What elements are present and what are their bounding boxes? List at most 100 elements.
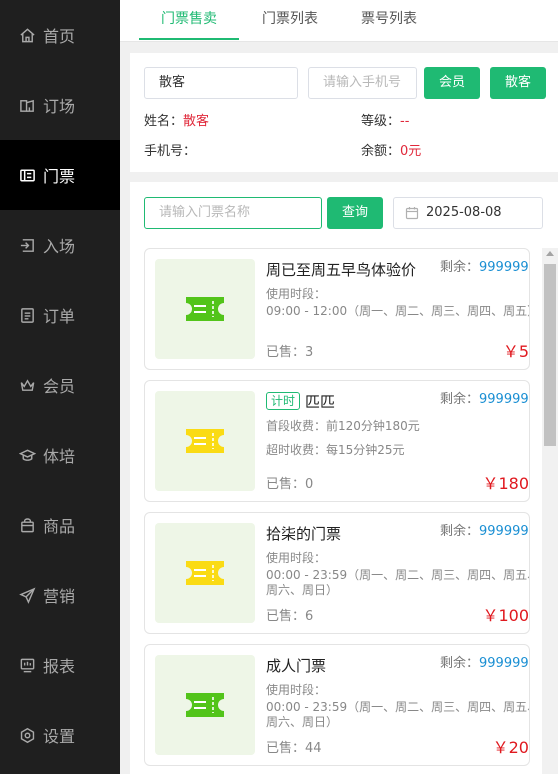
- venue-icon: [18, 96, 36, 114]
- shopping-bag-icon: [18, 516, 36, 534]
- ticket-price: ￥5: [502, 342, 529, 361]
- ticket-detail-line: 使用时段：: [266, 287, 327, 301]
- ticket-icon: [186, 561, 224, 585]
- graduation-cap-icon: [18, 446, 36, 464]
- customer-panel: 散客 请输入手机号 会员 散客 姓名：散客 等级：-- 手机号： 余额：0元: [130, 53, 558, 172]
- sold-value: 0: [305, 477, 314, 492]
- ticket-title: 成人门票: [266, 655, 326, 676]
- ticket-card[interactable]: 计时 匹匹 剩余：999999 首段收费：前120分钟180元 超时收费：每15分…: [144, 380, 530, 502]
- sold-label: 已售：: [266, 741, 306, 756]
- ticket-title: 拾柒的门票: [266, 523, 341, 544]
- sold-label: 已售：: [266, 477, 306, 492]
- ticket-sold: 已售：6: [266, 605, 313, 624]
- guest-button[interactable]: 散客: [490, 67, 546, 99]
- sidebar-item-settings[interactable]: 设置: [0, 700, 120, 770]
- customer-name-input[interactable]: 散客: [144, 67, 298, 99]
- sidebar-item-label: 门票: [43, 167, 76, 186]
- sidebar-item-entry[interactable]: 入场: [0, 210, 120, 280]
- balance-info: 余额：0元: [361, 140, 421, 159]
- tab-ticket-number-list[interactable]: 票号列表: [339, 0, 439, 40]
- date-value: 2025-08-08: [426, 205, 502, 220]
- ticket-card[interactable]: 周已至周五早鸟体验价 剩余：999999 使用时段： 09:00 - 12:00…: [144, 248, 530, 370]
- ticket-card[interactable]: 拾柒的门票 剩余：999999 使用时段： 00:00 - 23:59（周一、周…: [144, 512, 530, 634]
- ticket-detail-line: 周六、周日）: [266, 715, 339, 729]
- ticket-shape: [186, 297, 224, 321]
- ticket-price: ￥100: [482, 606, 529, 625]
- tab-ticket-list[interactable]: 门票列表: [240, 0, 340, 40]
- ticket-icon: [186, 297, 224, 321]
- sidebar-item-training[interactable]: 体培: [0, 420, 120, 490]
- ticket-title-text: 周已至周五早鸟体验价: [266, 261, 417, 279]
- ticket-list: 周已至周五早鸟体验价 剩余：999999 使用时段： 09:00 - 12:00…: [144, 248, 558, 774]
- sidebar-item-marketing[interactable]: 营销: [0, 560, 120, 630]
- ticket-sold: 已售：0: [266, 473, 313, 492]
- remaining-label: 剩余：: [440, 656, 480, 671]
- sidebar: 首页 订场 门票 入场 订单 会员 体培 商品 营销 报表 设置: [0, 0, 120, 774]
- sidebar-item-label: 报表: [43, 657, 76, 676]
- sidebar-item-label: 营销: [43, 587, 76, 606]
- sidebar-item-venue[interactable]: 订场: [0, 70, 120, 140]
- home-icon: [18, 26, 36, 44]
- ticket-icon: [186, 693, 224, 717]
- balance-value: 0元: [400, 144, 422, 159]
- ticket-panel: 请输入门票名称 查询 2025-08-08 周已至周五早鸟体验价 剩余：9999…: [130, 182, 558, 774]
- level-value: --: [400, 114, 410, 129]
- scroll-up-arrow-icon[interactable]: [546, 251, 554, 256]
- name-label: 姓名：: [144, 114, 184, 129]
- ticket-title-text: 匹匹: [305, 393, 336, 411]
- sidebar-item-label: 会员: [43, 377, 76, 396]
- ticket-detail-line: 首段收费：前120分钟180元: [266, 419, 420, 433]
- ticket-shape: [186, 561, 224, 585]
- ticket-remaining: 剩余：999999: [440, 391, 529, 409]
- phone-input[interactable]: 请输入手机号: [308, 67, 417, 99]
- ticket-thumbnail: [155, 391, 255, 491]
- sidebar-item-report[interactable]: 报表: [0, 630, 120, 700]
- main-content: 门票售卖 门票列表 票号列表 散客 请输入手机号 会员 散客 姓名：散客 等级：…: [120, 0, 558, 774]
- name-value: 散客: [183, 114, 210, 129]
- query-button[interactable]: 查询: [327, 197, 383, 229]
- ticket-title-text: 拾柒的门票: [266, 525, 342, 543]
- settings-icon: [18, 726, 36, 744]
- member-button[interactable]: 会员: [424, 67, 480, 99]
- ticket-search-input[interactable]: 请输入门票名称: [144, 197, 322, 229]
- ticket-icon: [18, 166, 36, 184]
- sidebar-item-label: 入场: [43, 237, 76, 256]
- ticket-title-text: 成人门票: [266, 657, 327, 675]
- ticket-detail-line: 超时收费：每15分钟25元: [266, 443, 405, 457]
- scrollbar-thumb[interactable]: [544, 264, 556, 446]
- ticket-detail-line: 使用时段：: [266, 683, 327, 697]
- sidebar-item-home[interactable]: 首页: [0, 0, 120, 70]
- ticket-title: 计时 匹匹: [266, 391, 335, 412]
- balance-label: 余额：: [361, 144, 401, 159]
- ticket-detail-line: 00:00 - 23:59（周一、周二、周三、周四、周五、: [266, 700, 530, 714]
- ticket-price: ￥20: [492, 738, 529, 757]
- sold-label: 已售：: [266, 345, 306, 360]
- ticket-price: ￥180: [482, 474, 529, 493]
- remaining-value: 999999: [479, 260, 529, 275]
- ticket-title: 周已至周五早鸟体验价: [266, 259, 416, 280]
- sidebar-item-order[interactable]: 订单: [0, 280, 120, 350]
- tab-bar: 门票售卖 门票列表 票号列表: [120, 0, 558, 42]
- crown-icon: [18, 376, 36, 394]
- sidebar-item-ticket[interactable]: 门票: [0, 140, 120, 210]
- ticket-shape: [186, 693, 224, 717]
- level-label: 等级：: [361, 114, 401, 129]
- ticket-sold: 已售：44: [266, 737, 322, 756]
- sold-label: 已售：: [266, 609, 306, 624]
- sidebar-item-goods[interactable]: 商品: [0, 490, 120, 560]
- date-picker[interactable]: 2025-08-08: [393, 197, 543, 229]
- sidebar-item-label: 订场: [43, 97, 76, 116]
- level-info: 等级：--: [361, 110, 409, 129]
- tab-ticket-sale[interactable]: 门票售卖: [139, 0, 239, 40]
- order-icon: [18, 306, 36, 324]
- ticket-thumbnail: [155, 655, 255, 755]
- ticket-card[interactable]: 成人门票 剩余：999999 使用时段： 00:00 - 23:59（周一、周二…: [144, 644, 530, 766]
- sidebar-item-member[interactable]: 会员: [0, 350, 120, 420]
- ticket-detail-line: 使用时段：: [266, 551, 327, 565]
- ticket-remaining: 剩余：999999: [440, 259, 529, 277]
- sidebar-item-label: 设置: [43, 727, 76, 746]
- list-scrollbar[interactable]: [542, 248, 558, 774]
- sidebar-item-label: 订单: [43, 307, 76, 326]
- paper-plane-icon: [18, 586, 36, 604]
- name-info: 姓名：散客: [144, 110, 209, 129]
